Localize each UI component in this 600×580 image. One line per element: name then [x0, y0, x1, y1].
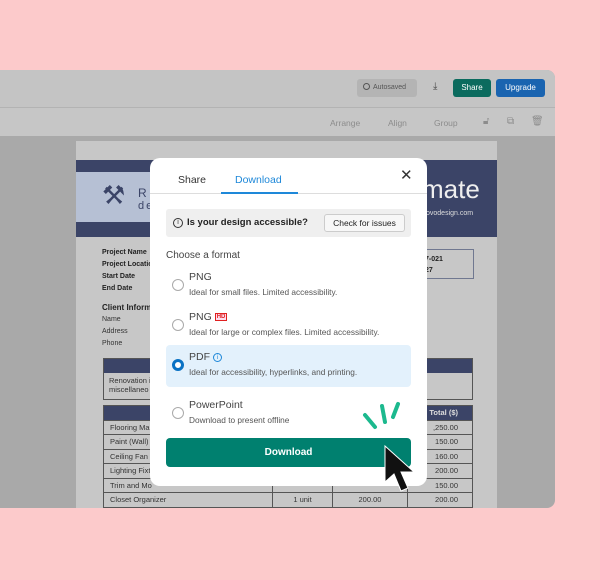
project-info-box: 7-021 27 [422, 249, 474, 279]
choose-format-label: Choose a format [166, 250, 240, 261]
trash-icon[interactable]: 🗑︎ [531, 116, 544, 127]
radio-powerpoint[interactable] [172, 407, 184, 419]
table-cell: 1 unit [272, 492, 333, 508]
document-title: mate [422, 174, 480, 204]
arrange-button[interactable]: Arrange [330, 118, 360, 128]
top-bar: Autosaved ⤓ Share Upgrade [0, 70, 555, 108]
format-option-pdf[interactable]: PDF i Ideal for accessibility, hyperlink… [166, 345, 411, 387]
format-option-png[interactable]: PNG Ideal for small files. Limited acces… [166, 265, 411, 307]
hd-badge: HD [214, 313, 228, 321]
group-button[interactable]: Group [434, 118, 458, 128]
end-date-label: End Date [102, 285, 133, 292]
share-download-dialog: Share Download ✕ i Is your design access… [150, 158, 427, 486]
mouse-cursor-icon [384, 444, 416, 492]
toolbar: Arrange Align Group 🔓︎ ⧉ 🗑︎ [0, 108, 555, 136]
tab-active-underline [221, 192, 298, 194]
info-icon[interactable]: i [212, 353, 222, 362]
accessibility-icon: i [173, 218, 183, 228]
close-icon[interactable]: ✕ [400, 166, 413, 184]
check-for-issues-button[interactable]: Check for issues [324, 214, 405, 232]
table-cell: Closet Organizer [103, 492, 273, 508]
format-label: PNG [189, 311, 212, 323]
accessibility-banner: i Is your design accessible? Check for i… [166, 209, 411, 237]
format-description: Ideal for accessibility, hyperlinks, and… [189, 367, 358, 377]
tab-download[interactable]: Download [235, 174, 282, 186]
client-heading: Client Inform [102, 303, 152, 312]
format-description: Ideal for small files. Limited accessibi… [189, 287, 338, 297]
check-circle-icon [363, 83, 370, 90]
lock-icon[interactable]: 🔓︎ [483, 116, 489, 127]
client-name-label: Name [102, 316, 121, 323]
radio-pdf-selected[interactable] [172, 359, 184, 371]
upgrade-button[interactable]: Upgrade [496, 79, 545, 97]
download-button[interactable]: Download [166, 438, 411, 467]
click-sparkle-icon [363, 402, 400, 429]
client-phone-label: Phone [102, 340, 123, 347]
download-icon[interactable]: ⤓ [433, 81, 437, 92]
project-number: 7-021 [425, 256, 443, 263]
align-button[interactable]: Align [388, 118, 407, 128]
project-name-label: Project Name [102, 249, 147, 256]
radio-png-hd[interactable] [172, 319, 184, 331]
share-button[interactable]: Share [453, 79, 491, 97]
format-label: PNG [189, 271, 212, 283]
compass-logo-icon: ⚒ [102, 180, 126, 210]
format-label: PowerPoint [189, 399, 243, 411]
tab-share[interactable]: Share [178, 174, 206, 186]
format-label-wrap: PDF i [189, 351, 222, 363]
client-address-label: Address [102, 328, 128, 335]
format-description: Download to present offline [189, 415, 290, 425]
duplicate-icon[interactable]: ⧉ [507, 116, 514, 127]
project-location-label: Project Locatio [102, 261, 153, 268]
start-date-label: Start Date [102, 273, 136, 280]
format-label-wrap: PNG HD [189, 311, 228, 323]
format-option-png-hd[interactable]: PNG HD Ideal for large or complex files.… [166, 305, 411, 347]
accessibility-question: Is your design accessible? [187, 217, 308, 228]
format-description: Ideal for large or complex files. Limite… [189, 327, 380, 337]
autosaved-status: Autosaved [357, 79, 417, 97]
radio-png[interactable] [172, 279, 184, 291]
format-label: PDF [189, 351, 210, 363]
document-website: ovodesign.com [426, 210, 474, 217]
project-date: 27 [425, 267, 433, 274]
